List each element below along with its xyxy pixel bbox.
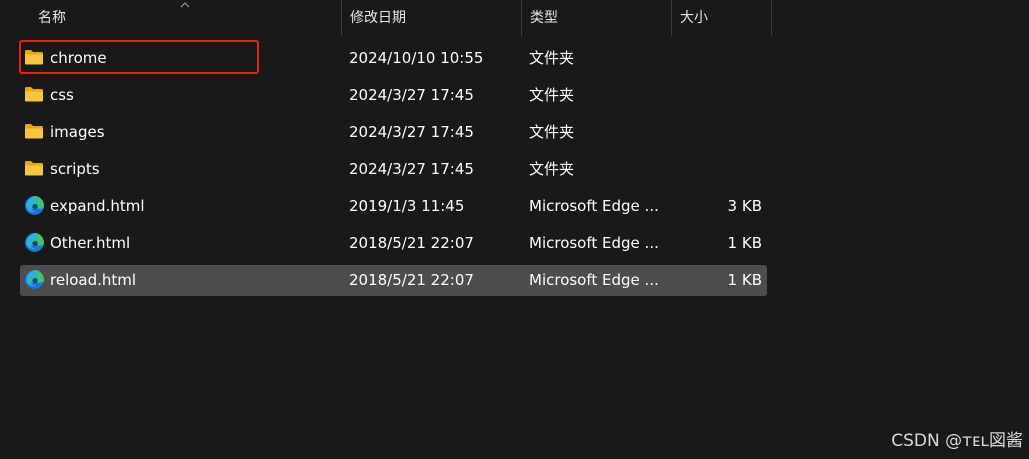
file-name: chrome bbox=[50, 49, 107, 67]
edge-icon bbox=[24, 191, 46, 222]
file-date-modified: 2024/10/10 10:55 bbox=[349, 49, 484, 67]
file-date-modified: 2024/3/27 17:45 bbox=[349, 86, 474, 104]
file-explorer: 名称 修改日期 类型 大小 chrome 2024/10/10 10:55 文件… bbox=[0, 0, 1029, 459]
file-name: images bbox=[50, 123, 105, 141]
edge-icon bbox=[24, 228, 46, 259]
file-size bbox=[670, 43, 762, 74]
file-type: Microsoft Edge ... bbox=[529, 197, 659, 215]
file-date-modified: 2019/1/3 11:45 bbox=[349, 197, 465, 215]
file-type: Microsoft Edge ... bbox=[529, 234, 659, 252]
folder-icon bbox=[24, 43, 46, 74]
edge-icon bbox=[24, 265, 46, 296]
folder-icon bbox=[24, 154, 46, 185]
file-type: 文件夹 bbox=[529, 86, 575, 104]
file-type: 文件夹 bbox=[529, 123, 575, 141]
column-header-name[interactable]: 名称 bbox=[30, 0, 342, 36]
file-type: Microsoft Edge ... bbox=[529, 271, 659, 289]
file-row-other-html[interactable]: Other.html 2018/5/21 22:07 Microsoft Edg… bbox=[20, 228, 767, 259]
file-name: expand.html bbox=[50, 197, 145, 215]
file-type: 文件夹 bbox=[529, 49, 575, 67]
column-header: 名称 修改日期 类型 大小 bbox=[0, 0, 1029, 36]
file-name: scripts bbox=[50, 160, 100, 178]
file-type: 文件夹 bbox=[529, 160, 575, 178]
csdn-watermark: CSDN @ᴛᴇʟ図酱 bbox=[891, 431, 1023, 451]
file-name: css bbox=[50, 86, 74, 104]
column-header-size[interactable]: 大小 bbox=[672, 0, 772, 36]
file-date-modified: 2024/3/27 17:45 bbox=[349, 160, 474, 178]
file-size: 1 KB bbox=[727, 234, 762, 252]
file-row-chrome[interactable]: chrome 2024/10/10 10:55 文件夹 bbox=[20, 43, 767, 74]
file-name: Other.html bbox=[50, 234, 131, 252]
file-row-css[interactable]: css 2024/3/27 17:45 文件夹 bbox=[20, 80, 767, 111]
file-row-expand-html[interactable]: expand.html 2019/1/3 11:45 Microsoft Edg… bbox=[20, 191, 767, 222]
file-size: 1 KB bbox=[727, 271, 762, 289]
file-size bbox=[670, 117, 762, 148]
folder-icon bbox=[24, 80, 46, 111]
file-row-scripts[interactable]: scripts 2024/3/27 17:45 文件夹 bbox=[20, 154, 767, 185]
file-date-modified: 2024/3/27 17:45 bbox=[349, 123, 474, 141]
file-size: 3 KB bbox=[727, 197, 762, 215]
file-size bbox=[670, 154, 762, 185]
file-date-modified: 2018/5/21 22:07 bbox=[349, 234, 474, 252]
column-header-type[interactable]: 类型 bbox=[522, 0, 672, 36]
file-row-reload-html[interactable]: reload.html 2018/5/21 22:07 Microsoft Ed… bbox=[20, 265, 767, 296]
file-row-images[interactable]: images 2024/3/27 17:45 文件夹 bbox=[20, 117, 767, 148]
column-header-date-modified[interactable]: 修改日期 bbox=[342, 0, 522, 36]
file-size bbox=[670, 80, 762, 111]
file-date-modified: 2018/5/21 22:07 bbox=[349, 271, 474, 289]
folder-icon bbox=[24, 117, 46, 148]
file-name: reload.html bbox=[50, 271, 137, 289]
